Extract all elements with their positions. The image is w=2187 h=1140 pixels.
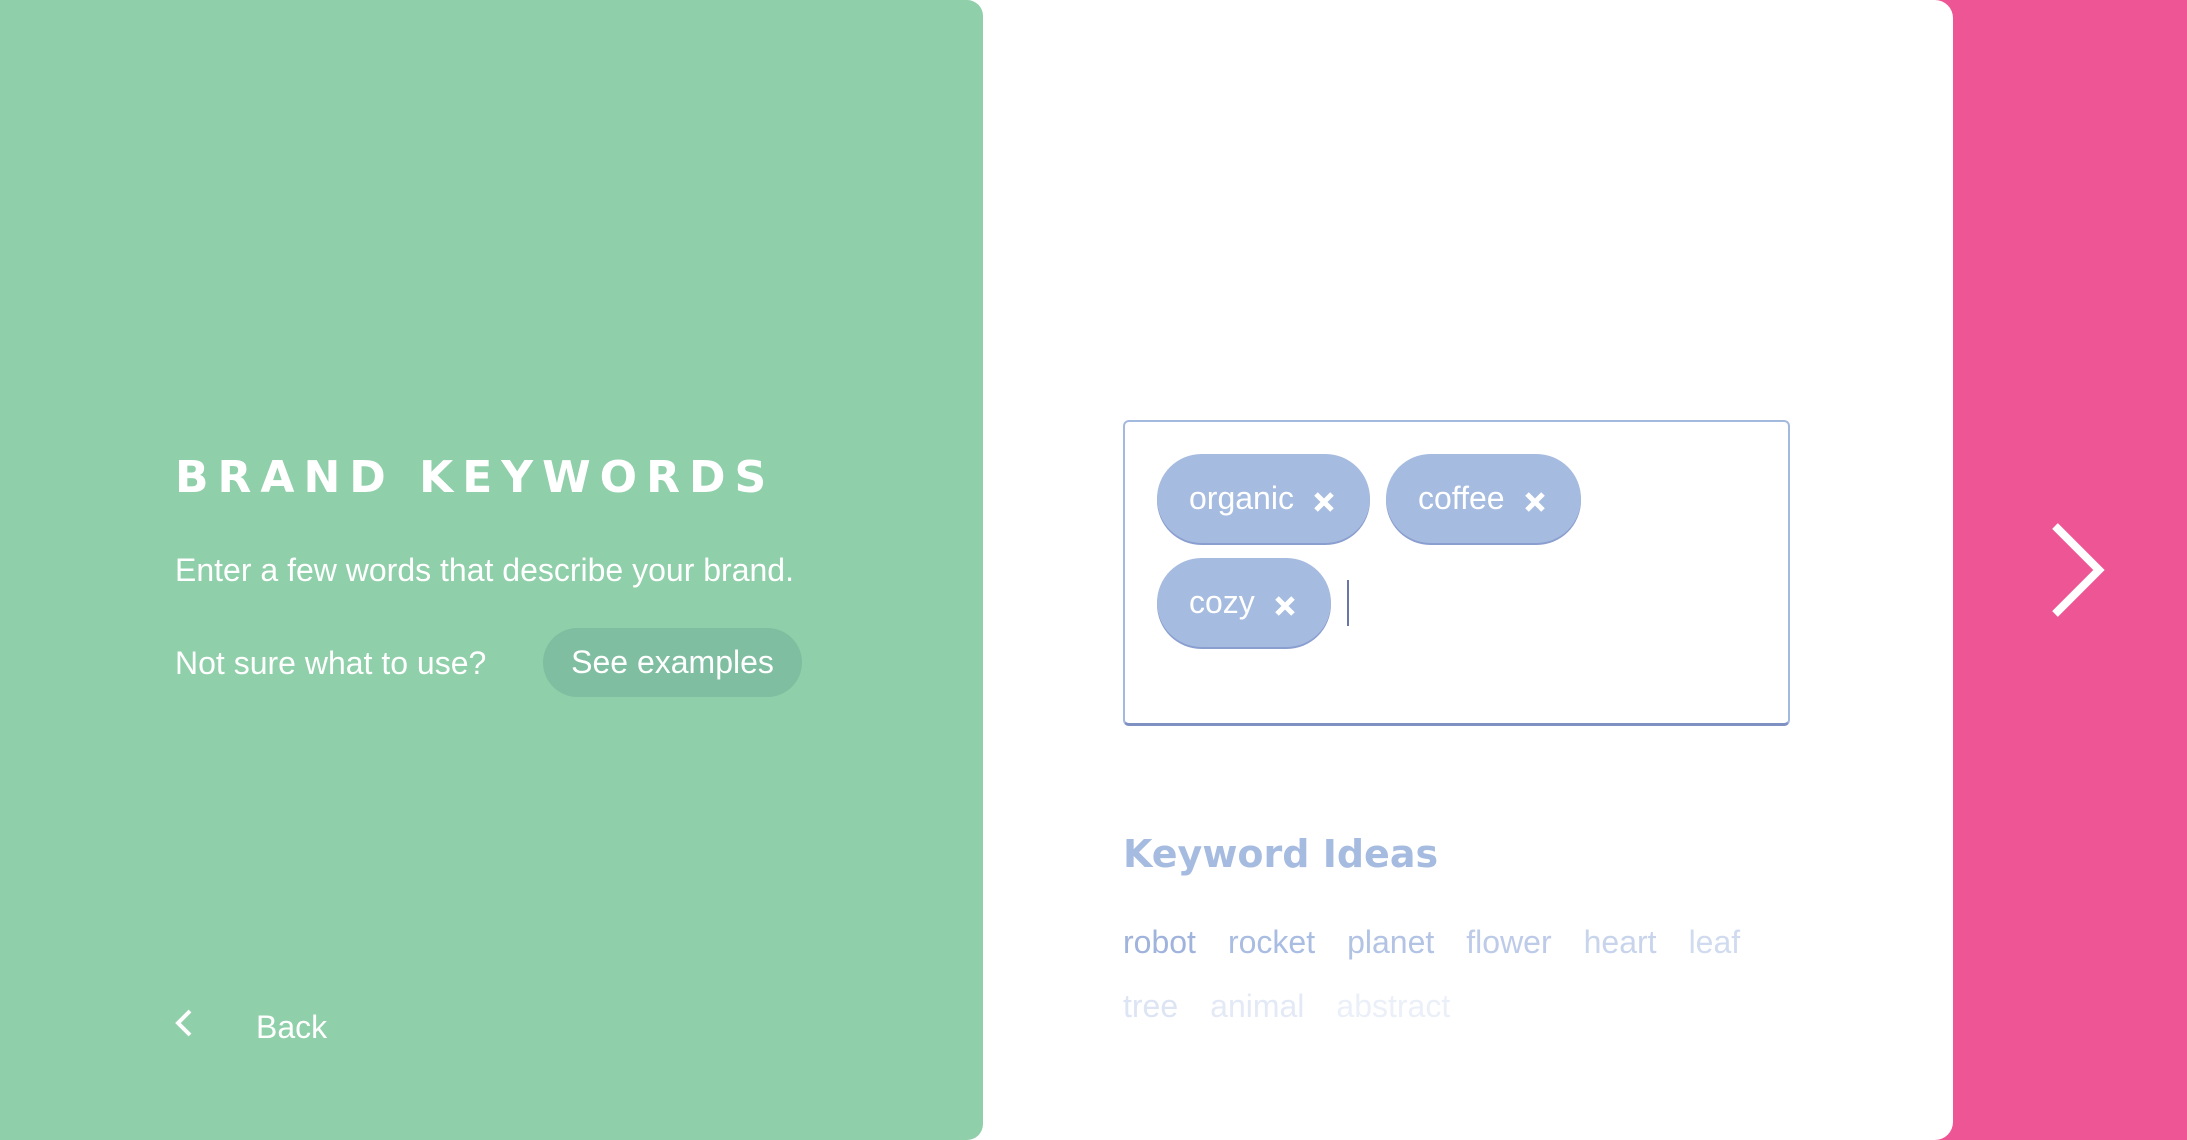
see-examples-button[interactable]: See examples — [543, 628, 802, 697]
keyword-ideas-list: robot rocket planet flower heart leaf tree anim… — [1123, 925, 1803, 1023]
keyword-chip: coffee — [1385, 454, 1581, 543]
chevron-right-icon — [2052, 523, 2105, 617]
page-title: BRAND KEYWORDS — [175, 452, 776, 503]
keyword-idea[interactable]: robot — [1123, 925, 1196, 959]
keyword-idea[interactable]: heart — [1584, 925, 1657, 959]
help-prompt: Not sure what to use? — [175, 645, 487, 681]
keyword-chip: organic — [1157, 454, 1370, 543]
next-button[interactable] — [2045, 520, 2115, 620]
close-icon[interactable] — [1273, 594, 1297, 618]
keyword-idea[interactable]: flower — [1466, 925, 1551, 959]
keyword-idea[interactable]: tree — [1123, 989, 1178, 1023]
keyword-idea[interactable]: abstract — [1336, 989, 1450, 1023]
keyword-chip-label: cozy — [1189, 584, 1255, 620]
keyword-chip-label: coffee — [1417, 480, 1505, 516]
chevron-left-icon — [170, 1005, 200, 1049]
keyword-chip-label: organic — [1189, 480, 1294, 516]
page-subtitle: Enter a few words that describe your bra… — [175, 552, 794, 588]
keyword-idea[interactable]: animal — [1210, 989, 1304, 1023]
back-label: Back — [256, 1008, 328, 1045]
keyword-idea[interactable]: rocket — [1228, 925, 1315, 959]
close-icon[interactable] — [1523, 490, 1547, 514]
close-icon[interactable] — [1312, 490, 1336, 514]
keyword-idea[interactable]: planet — [1347, 925, 1434, 959]
back-button[interactable]: Back — [170, 1005, 327, 1049]
keyword-idea[interactable]: leaf — [1689, 925, 1741, 959]
keyword-input[interactable]: organic coffee cozy — [1123, 420, 1790, 726]
keyword-chip: cozy — [1157, 558, 1331, 647]
keyword-ideas-title: Keyword Ideas — [1123, 832, 1439, 876]
text-cursor — [1346, 579, 1349, 626]
